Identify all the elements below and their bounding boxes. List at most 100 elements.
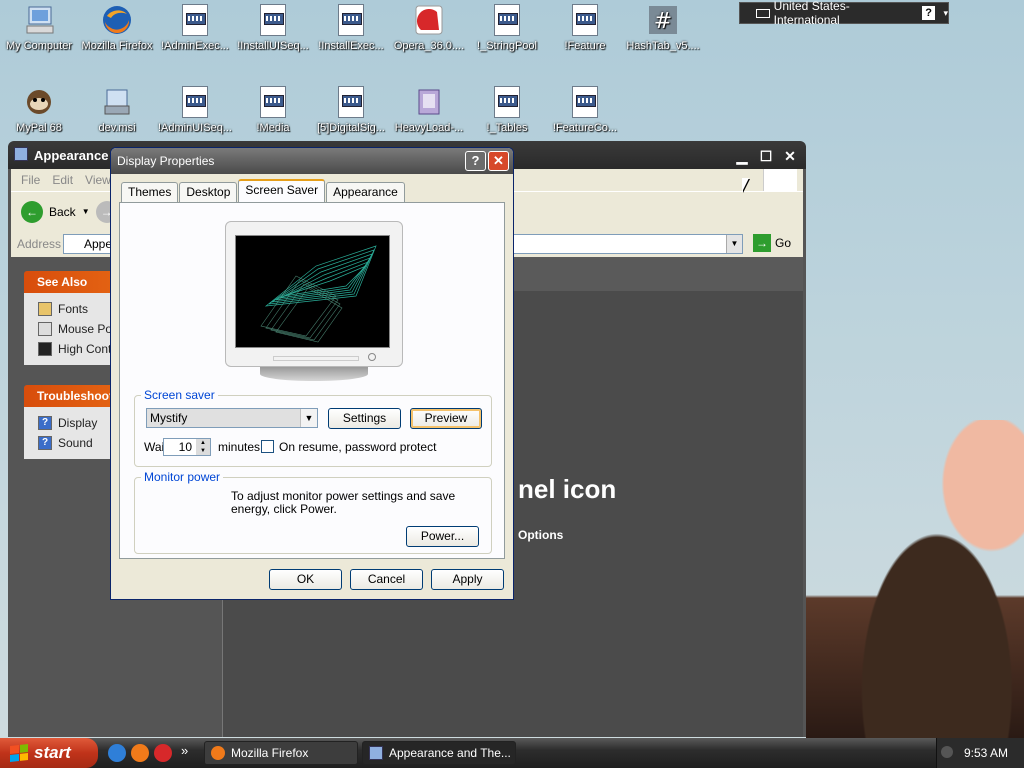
start-button[interactable]: start bbox=[0, 738, 98, 768]
windows-flag-icon bbox=[10, 744, 28, 762]
taskbar-item-label: Appearance and The... bbox=[389, 746, 511, 760]
desktop-icon-label: !_Tables bbox=[486, 122, 528, 134]
taskbar-item-label: Mozilla Firefox bbox=[231, 746, 309, 760]
monitor-power-description: To adjust monitor power settings and sav… bbox=[231, 489, 456, 516]
desktop-icon-firefox[interactable]: Mozilla Firefox bbox=[78, 4, 156, 52]
start-label: start bbox=[34, 743, 71, 762]
wallpaper-photo bbox=[806, 420, 1024, 738]
ie-quicklaunch-icon[interactable] bbox=[108, 744, 126, 762]
help-icon: ? bbox=[38, 416, 52, 430]
desktop-icon-adminexec[interactable]: !AdminExec... bbox=[156, 4, 234, 52]
power-button[interactable]: Power... bbox=[406, 526, 479, 547]
desktop-icon-digitalsig[interactable]: [5]DigitalSig... bbox=[312, 86, 390, 134]
close-button[interactable]: ✕ bbox=[488, 151, 509, 171]
desktop-icon-label: !AdminUISeq... bbox=[158, 122, 232, 134]
group-label: Screen saver bbox=[141, 388, 218, 402]
desktop-icon-featureco[interactable]: !FeatureCo... bbox=[546, 86, 624, 134]
desktop-icon-feature[interactable]: !Feature bbox=[546, 4, 624, 52]
monitor-stand bbox=[260, 367, 368, 381]
apply-button[interactable]: Apply bbox=[431, 569, 504, 590]
desktop-icon-dev-msi[interactable]: dev.msi bbox=[78, 86, 156, 134]
spin-down-icon[interactable]: ▼ bbox=[196, 447, 210, 455]
opera-quicklaunch-icon[interactable] bbox=[154, 744, 172, 762]
chevron-down-icon[interactable]: ▼ bbox=[726, 235, 742, 253]
firefox-quicklaunch-icon[interactable] bbox=[131, 744, 149, 762]
desktop-icon-mypal[interactable]: MyPal 68 bbox=[0, 86, 78, 134]
display-properties-dialog: Display Properties ? ✕ Themes Desktop Sc… bbox=[110, 147, 514, 600]
desktop-icon-tables[interactable]: !_Tables bbox=[468, 86, 546, 134]
keyboard-icon bbox=[756, 8, 770, 18]
desktop-icon-label: !_StringPool bbox=[477, 40, 537, 52]
desktop-icon-my-computer[interactable]: My Computer bbox=[0, 4, 78, 52]
maximize-button[interactable]: ☐ bbox=[756, 147, 776, 165]
desktop-icon-label: HeavyLoad-... bbox=[394, 122, 464, 134]
chevron-down-icon[interactable]: ▼ bbox=[82, 207, 90, 216]
minimize-button[interactable]: ▁ bbox=[732, 147, 752, 165]
screen-saver-select[interactable]: Mystify ▼ bbox=[146, 408, 318, 428]
dialog-titlebar[interactable]: Display Properties ? ✕ bbox=[111, 148, 513, 174]
minutes-label: minutes bbox=[218, 440, 261, 454]
computer-icon bbox=[23, 4, 55, 36]
desktop-icon-opera[interactable]: Opera_36.0.... bbox=[390, 4, 468, 52]
menu-view[interactable]: View bbox=[85, 173, 111, 187]
desktop-icon-heavyload[interactable]: HeavyLoad-... bbox=[390, 86, 468, 134]
desktop-icon-adminuiseq[interactable]: !AdminUISeq... bbox=[156, 86, 234, 134]
language-bar[interactable]: United States-International ? ▾ bbox=[739, 0, 949, 27]
help-button[interactable]: ? bbox=[465, 151, 486, 171]
menu-file[interactable]: File bbox=[21, 173, 40, 187]
options-link[interactable]: Options bbox=[518, 528, 563, 542]
language-bar-options-icon[interactable]: ▾ bbox=[943, 8, 948, 19]
quicklaunch-overflow-icon[interactable]: » bbox=[181, 743, 188, 758]
windows-logo-icon bbox=[763, 169, 797, 191]
chevron-down-icon[interactable]: ▼ bbox=[300, 409, 317, 427]
tab-strip: Themes Desktop Screen Saver Appearance bbox=[121, 179, 406, 202]
document-icon bbox=[335, 4, 367, 36]
password-protect-label[interactable]: On resume, password protect bbox=[279, 440, 436, 454]
desktop-icon-label: HashTab_v5.... bbox=[626, 40, 700, 52]
pick-icon-heading: nel icon bbox=[518, 474, 617, 504]
back-button-label[interactable]: Back bbox=[49, 205, 76, 219]
taskbar-item-appearance[interactable]: Appearance and The... bbox=[362, 741, 516, 765]
link-label: Fonts bbox=[58, 302, 89, 316]
document-icon bbox=[335, 86, 367, 118]
spin-up-icon[interactable]: ▲ bbox=[196, 439, 210, 447]
desktop-icon-installuiseq[interactable]: !InstallUISeq... bbox=[234, 4, 312, 52]
wait-minutes-spinner[interactable]: 10 ▲ ▼ bbox=[163, 438, 211, 456]
tab-appearance[interactable]: Appearance bbox=[326, 182, 405, 202]
taskbar-item-firefox[interactable]: Mozilla Firefox bbox=[204, 741, 358, 765]
back-arrow-icon[interactable]: ← bbox=[21, 200, 43, 223]
document-icon bbox=[179, 4, 211, 36]
help-icon[interactable]: ? bbox=[921, 6, 936, 20]
menu-edit[interactable]: Edit bbox=[52, 173, 73, 187]
clock[interactable]: 9:53 AM bbox=[964, 746, 1008, 760]
link-label: High Contr bbox=[58, 342, 116, 356]
tab-themes[interactable]: Themes bbox=[121, 182, 179, 202]
tab-screen-saver[interactable]: Screen Saver bbox=[238, 179, 326, 202]
close-button[interactable]: ✕ bbox=[780, 147, 800, 165]
document-icon bbox=[491, 86, 523, 118]
desktop-icon-installexec[interactable]: !InstallExec... bbox=[312, 4, 390, 52]
monitor-preview bbox=[225, 221, 403, 367]
tab-desktop[interactable]: Desktop bbox=[179, 182, 238, 202]
settings-button[interactable]: Settings bbox=[328, 408, 401, 429]
desktop-icon-stringpool[interactable]: !_StringPool bbox=[468, 4, 546, 52]
go-button[interactable]: → Go bbox=[753, 234, 791, 252]
screensaver-preview bbox=[235, 235, 390, 348]
control-panel-icon bbox=[14, 147, 28, 161]
cancel-button[interactable]: Cancel bbox=[350, 569, 423, 590]
contrast-icon bbox=[38, 342, 52, 356]
hashtab-icon: # bbox=[647, 4, 679, 36]
desktop-icon-label: dev.msi bbox=[98, 122, 136, 134]
mystify-preview-graphic bbox=[260, 245, 377, 343]
desktop-icon-hashtab[interactable]: # HashTab_v5.... bbox=[624, 4, 702, 52]
tray-expand-icon[interactable] bbox=[941, 746, 953, 758]
svg-text:#: # bbox=[654, 9, 672, 34]
desktop-icon-label: !InstallUISeq... bbox=[237, 40, 309, 52]
desktop-icon-media[interactable]: !Media bbox=[234, 86, 312, 134]
password-protect-checkbox[interactable] bbox=[261, 440, 274, 453]
installer-icon bbox=[413, 86, 445, 118]
go-label: Go bbox=[775, 236, 792, 250]
ok-button[interactable]: OK bbox=[269, 569, 342, 590]
desktop-icon-label: [5]DigitalSig... bbox=[317, 122, 385, 134]
preview-button[interactable]: Preview bbox=[410, 408, 482, 429]
